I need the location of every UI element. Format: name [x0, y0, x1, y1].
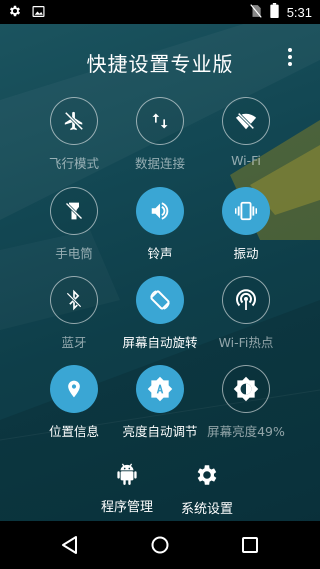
shortcut-label: 系统设置 — [180, 502, 233, 517]
header: 快捷设置专业版 — [0, 40, 320, 80]
battery-icon — [270, 2, 279, 22]
wifi-tethering-icon — [222, 276, 270, 324]
tile-flashlight[interactable]: 手电筒 — [24, 187, 124, 267]
shortcut-label: 程序管理 — [100, 500, 153, 515]
screen-rotation-icon — [136, 276, 184, 324]
tile-label: 蓝牙 — [61, 335, 87, 350]
home-icon — [151, 536, 169, 554]
page-title: 快捷设置专业版 — [86, 52, 234, 76]
tile-label: 数据连接 — [134, 156, 185, 171]
android-icon — [116, 462, 138, 490]
airplane-off-icon — [50, 97, 98, 145]
navigation-bar — [0, 521, 320, 569]
no-sim-icon — [249, 3, 262, 22]
recents-icon — [242, 537, 258, 553]
more-dot — [288, 62, 292, 66]
brightness-half-icon — [222, 365, 270, 413]
more-menu-button[interactable] — [280, 44, 300, 70]
tile-vibrate[interactable]: 振动 — [196, 187, 296, 267]
tile-label: 位置信息 — [48, 424, 99, 439]
recents-button[interactable] — [238, 533, 262, 557]
tile-location[interactable]: 位置信息 — [24, 365, 124, 445]
bluetooth-off-icon — [50, 276, 98, 324]
tile-auto-rotate[interactable]: 屏幕自动旋转 — [110, 276, 210, 356]
tile-mobile-data[interactable]: 数据连接 — [110, 97, 210, 177]
settings-gear-icon — [8, 3, 22, 22]
gear-icon — [194, 462, 220, 492]
more-vertical-icon — [288, 48, 292, 52]
tile-wifi-hotspot[interactable]: Wi-Fi热点 — [196, 276, 296, 356]
volume-up-icon — [136, 187, 184, 235]
location-icon — [50, 365, 98, 413]
home-button[interactable] — [148, 533, 172, 557]
more-dot — [288, 55, 292, 59]
data-arrows-icon — [136, 97, 184, 145]
wifi-off-icon — [222, 97, 270, 145]
tile-label: 铃声 — [147, 246, 173, 261]
tile-label: 手电筒 — [55, 246, 93, 261]
tile-label: 屏幕亮度49% — [207, 424, 285, 439]
tile-label: 屏幕自动旋转 — [122, 335, 198, 350]
tile-label: 振动 — [233, 246, 259, 261]
tile-airplane-mode[interactable]: 飞行模式 — [24, 97, 124, 177]
tile-label: Wi-Fi — [231, 153, 261, 168]
system-settings-shortcut[interactable]: 系统设置 — [157, 462, 257, 518]
image-notification-icon — [32, 3, 45, 22]
vibrate-icon — [222, 187, 270, 235]
tile-auto-brightness[interactable]: 亮度自动调节 — [110, 365, 210, 445]
back-button[interactable] — [58, 533, 82, 557]
tile-bluetooth[interactable]: 蓝牙 — [24, 276, 124, 356]
flashlight-off-icon — [50, 187, 98, 235]
tile-wifi[interactable]: Wi-Fi — [196, 97, 296, 177]
status-bar: 5:31 — [0, 0, 320, 24]
tile-label: Wi-Fi热点 — [218, 335, 274, 350]
status-time: 5:31 — [286, 4, 312, 20]
tile-label: 亮度自动调节 — [122, 424, 198, 439]
tile-ringtone[interactable]: 铃声 — [110, 187, 210, 267]
back-icon — [62, 536, 77, 554]
brightness-auto-icon — [136, 365, 184, 413]
tile-label: 飞行模式 — [48, 156, 99, 171]
tile-screen-brightness[interactable]: 屏幕亮度49% — [196, 365, 296, 445]
